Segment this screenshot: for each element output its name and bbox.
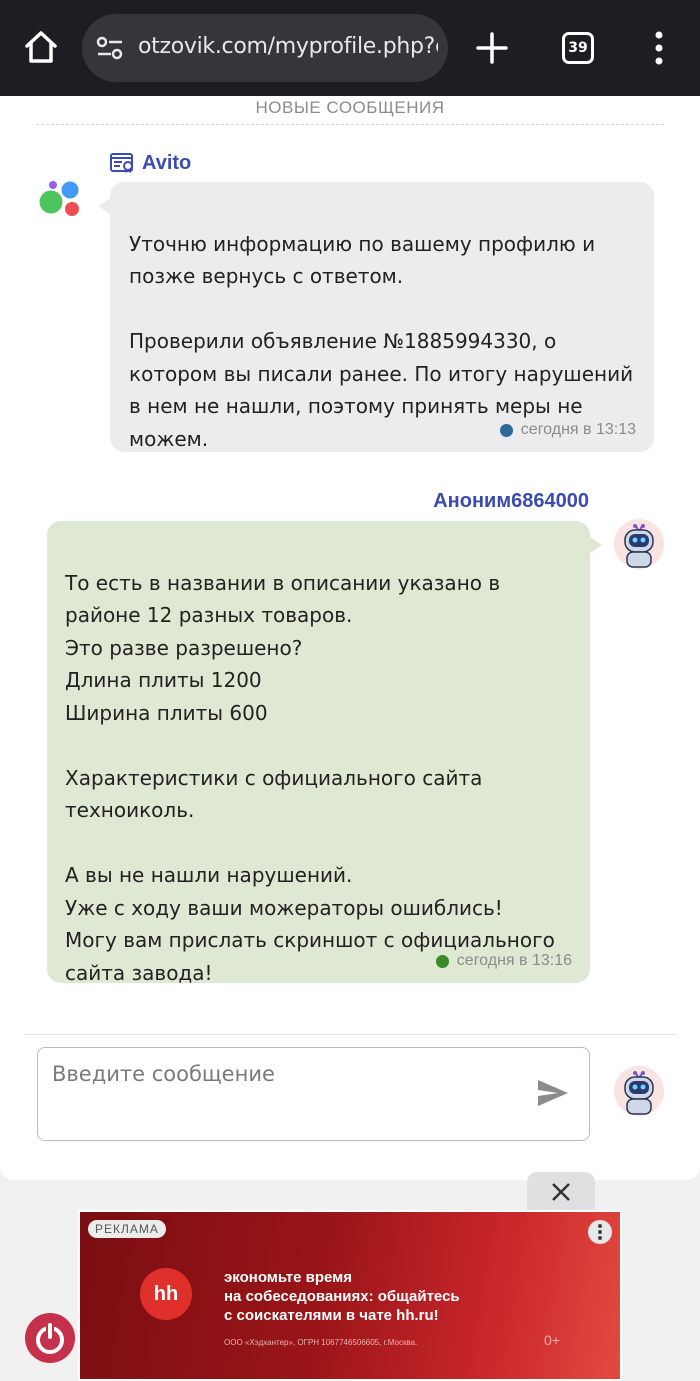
verified-badge-icon	[110, 153, 133, 173]
ad-legal-text: ООО «Хэдхантер», ОГРН 1067746506605, г.М…	[224, 1338, 418, 1347]
ad-text: экономьте время на собеседованиях: общай…	[224, 1269, 460, 1324]
message-bubble-outgoing: То есть в названии в описании указано в …	[47, 521, 602, 985]
avito-logo-icon	[39, 181, 79, 216]
url-text[interactable]: otzovik.com/myprofile.php?ev	[138, 34, 438, 59]
input-placeholder: Введите сообщение	[52, 1062, 275, 1086]
new-messages-divider: НОВЫЕ СООБЩЕНИЯ	[255, 98, 445, 117]
close-icon	[552, 1183, 570, 1201]
divider	[36, 124, 664, 125]
timestamp-text: сегодня в 13:13	[520, 421, 636, 438]
home-icon[interactable]	[22, 28, 60, 66]
site-settings-icon[interactable]	[96, 36, 124, 60]
sender-name-user[interactable]: Аноним6864000	[433, 490, 589, 513]
timestamp-text: сегодня в 13:16	[456, 952, 572, 969]
sender-name[interactable]: Avito	[142, 152, 191, 175]
divider	[24, 1034, 676, 1035]
hh-logo: hh	[140, 1268, 192, 1320]
user-avatar[interactable]	[614, 519, 664, 569]
current-user-avatar[interactable]	[614, 1066, 664, 1116]
address-bar[interactable]: otzovik.com/myprofile.php?ev	[82, 14, 448, 82]
new-tab-icon[interactable]	[474, 30, 510, 66]
message-timestamp: сегодня в 13:13	[499, 420, 636, 440]
ad-label: РЕКЛАМА	[88, 1220, 166, 1238]
robot-avatar-icon	[624, 1071, 654, 1115]
ad-options-button[interactable]	[588, 1220, 612, 1244]
message-timestamp: сегодня в 13:16	[435, 951, 572, 971]
more-menu-icon[interactable]	[652, 30, 666, 66]
send-icon[interactable]	[536, 1078, 570, 1108]
message-text: То есть в названии в описании указано в …	[65, 570, 555, 985]
browser-toolbar: otzovik.com/myprofile.php?ev 39	[0, 0, 700, 96]
ad-banner[interactable]: РЕКЛАМА hh экономьте время на собеседова…	[78, 1210, 622, 1381]
tab-switcher-button[interactable]: 39	[562, 32, 594, 64]
more-vertical-icon	[598, 1224, 602, 1240]
chat-page: НОВЫЕ СООБЩЕНИЯ Avito Уточню информацию …	[0, 96, 700, 1180]
read-status-dot	[435, 954, 449, 968]
message-input[interactable]: Введите сообщение	[37, 1047, 590, 1141]
sender-name-avito: Avito	[110, 150, 191, 176]
read-status-dot	[499, 423, 513, 437]
robot-avatar-icon	[624, 524, 654, 568]
ad-close-button[interactable]	[527, 1172, 595, 1212]
message-bubble-incoming: Уточню информацию по вашему профилю и по…	[98, 182, 654, 452]
ad-age-rating: 0+	[544, 1332, 560, 1348]
power-icon[interactable]	[24, 1312, 76, 1364]
